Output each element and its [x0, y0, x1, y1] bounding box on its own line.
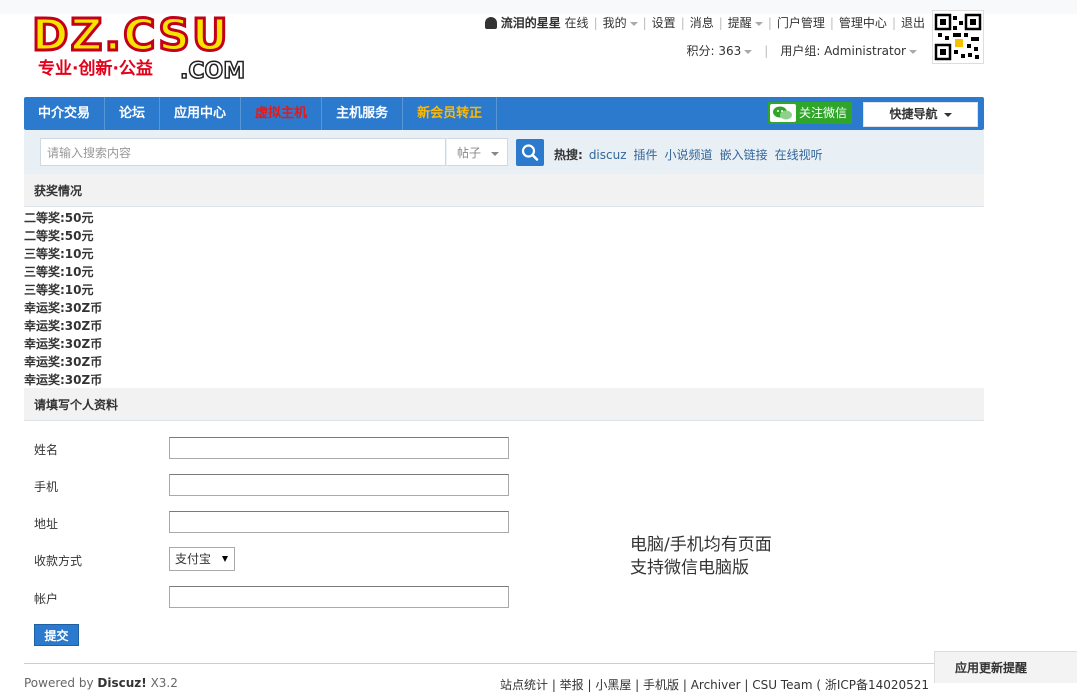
award-item: 幸运奖:30Z币: [24, 319, 103, 333]
nav-item-virtual-host[interactable]: 虚拟主机: [241, 97, 323, 130]
svg-text:专业·创新·公益: 专业·创新·公益: [38, 58, 153, 79]
hot-search-label: 热搜:: [554, 148, 583, 162]
account-field[interactable]: [169, 586, 509, 608]
device-support-note: 电脑/手机均有页面 支持微信电脑版: [630, 534, 772, 580]
svg-text:.COM: .COM: [180, 59, 245, 84]
hot-link-embed[interactable]: 嵌入链接: [720, 148, 768, 162]
award-item: 三等奖:10元: [24, 265, 94, 279]
award-item: 幸运奖:30Z币: [24, 373, 103, 387]
logout-link[interactable]: 退出: [901, 16, 925, 30]
phone-field[interactable]: [169, 474, 509, 496]
submit-button[interactable]: 提交: [34, 624, 79, 646]
quick-nav-label: 快捷导航: [889, 107, 938, 121]
chevron-down-icon: [744, 49, 753, 54]
user-links: 流泪的星星 在线 | 我的 | 设置 | 消息 | 提醒 | 门户管理 | 管理中心 | 退出: [484, 14, 925, 31]
nav-item-forum[interactable]: 论坛: [105, 97, 161, 130]
online-status: 在线: [564, 16, 589, 30]
wechat-follow-button[interactable]: 关注微信: [768, 102, 852, 124]
awards-list: 二等奖:50元 二等奖:50元 三等奖:10元 三等奖:10元 三等奖:10元 …: [24, 209, 102, 389]
powered-version: X3.2: [150, 676, 178, 690]
chevron-down-icon: [754, 21, 763, 26]
qr-code-icon: [932, 10, 984, 64]
my-menu-link[interactable]: 我的: [603, 16, 627, 30]
chevron-down-icon: [629, 21, 638, 26]
address-label: 地址: [34, 517, 59, 531]
powered-by: Powered by Discuz! X3.2: [24, 676, 178, 690]
awards-header: 获奖情况: [24, 174, 984, 207]
payment-method-select[interactable]: 支付宝: [169, 547, 235, 571]
chevron-down-icon: [491, 151, 500, 156]
search-button[interactable]: [516, 139, 544, 166]
hot-link-novel[interactable]: 小说频道: [665, 148, 713, 162]
points-link[interactable]: 积分: 363: [687, 44, 742, 58]
profile-header: 请填写个人资料: [24, 388, 984, 421]
wechat-icon: [770, 104, 796, 122]
award-item: 二等奖:50元: [24, 229, 94, 243]
nav-item-app-center[interactable]: 应用中心: [160, 97, 242, 130]
hot-link-discuz[interactable]: discuz: [589, 148, 627, 162]
site-logo[interactable]: DZ.CSU 专业·创新·公益 .COM: [30, 6, 258, 85]
award-item: 三等奖:10元: [24, 283, 94, 297]
award-item: 幸运奖:30Z币: [24, 355, 103, 369]
portal-admin-link[interactable]: 门户管理: [777, 16, 825, 30]
admin-center-link[interactable]: 管理中心: [839, 16, 887, 30]
profile-title: 请填写个人资料: [34, 398, 119, 412]
settings-link[interactable]: 设置: [652, 16, 676, 30]
nav-item-agency-trade[interactable]: 中介交易: [24, 97, 106, 130]
payment-method-label: 收款方式: [34, 554, 83, 568]
awards-title: 获奖情况: [34, 184, 83, 198]
dropdown-arrow-icon: [222, 556, 228, 562]
user-icon: [484, 17, 497, 29]
usergroup-link[interactable]: 用户组: Administrator: [780, 44, 906, 58]
note-line-2: 支持微信电脑版: [630, 558, 749, 578]
name-field[interactable]: [169, 437, 509, 459]
hot-search: 热搜: discuz 插件 小说频道 嵌入链接 在线视听: [554, 146, 830, 163]
search-type-select[interactable]: 帖子: [447, 138, 508, 166]
app-update-notice[interactable]: 应用更新提醒: [934, 651, 1077, 683]
phone-label: 手机: [34, 480, 59, 494]
reminders-link[interactable]: 提醒: [728, 16, 752, 30]
award-item: 幸运奖:30Z币: [24, 301, 103, 315]
nav-item-host-service[interactable]: 主机服务: [322, 97, 404, 130]
chevron-down-icon: [909, 49, 917, 54]
account-label: 帐户: [34, 592, 59, 606]
user-stats: 积分: 363 | 用户组: Administrator: [687, 42, 917, 59]
award-item: 幸运奖:30Z币: [24, 337, 103, 351]
messages-link[interactable]: 消息: [690, 16, 714, 30]
powered-brand[interactable]: Discuz!: [97, 676, 146, 690]
powered-prefix: Powered by: [24, 676, 94, 690]
search-input[interactable]: 请输入搜索内容: [40, 138, 446, 166]
wechat-follow-label: 关注微信: [799, 106, 848, 120]
chevron-down-icon: [943, 112, 952, 117]
award-item: 二等奖:50元: [24, 211, 94, 225]
search-type-label: 帖子: [457, 146, 482, 160]
name-label: 姓名: [34, 443, 59, 457]
footer-divider: [24, 663, 984, 664]
payment-method-value: 支付宝: [175, 552, 212, 566]
hot-link-plugins[interactable]: 插件: [634, 148, 658, 162]
nav-item-new-member[interactable]: 新会员转正: [403, 97, 498, 130]
address-field[interactable]: [169, 511, 509, 533]
note-line-1: 电脑/手机均有页面: [630, 535, 772, 555]
svg-text:DZ.CSU: DZ.CSU: [32, 10, 230, 61]
hot-link-online-av[interactable]: 在线视听: [775, 148, 823, 162]
username-link[interactable]: 流泪的星星: [501, 16, 561, 30]
quick-nav-button[interactable]: 快捷导航: [863, 102, 978, 127]
footer-links[interactable]: 站点统计 | 举报 | 小黑屋 | 手机版 | Archiver | CSU T…: [500, 676, 929, 693]
award-item: 三等奖:10元: [24, 247, 94, 261]
